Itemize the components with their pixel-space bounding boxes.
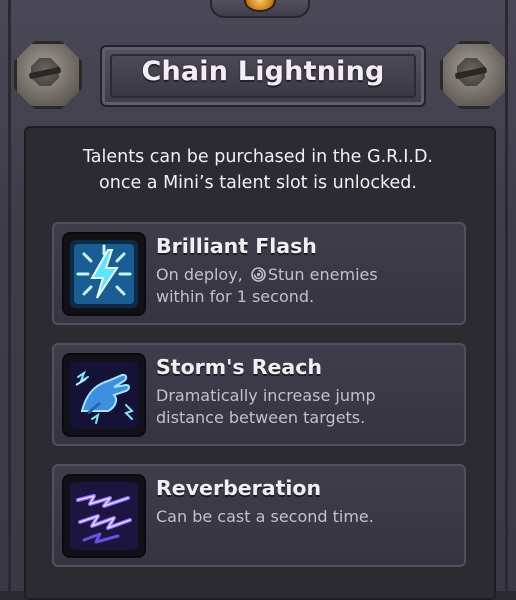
talent-description-text: distance between targets. (156, 408, 366, 427)
talent-info-text: Talents can be purchased in the G.R.I.D.… (24, 144, 492, 196)
talent-description: Can be cast a second time. (156, 506, 462, 528)
talent-description-text: Dramatically increase jump (156, 386, 376, 405)
talent-name: Reverberation (156, 476, 322, 500)
bolt-icon (440, 41, 508, 109)
page-title: Chain Lightning (141, 56, 385, 87)
storm-hand-icon (62, 353, 146, 437)
talent-description-text: On deploy, (156, 265, 248, 284)
talent-name: Storm's Reach (156, 355, 323, 379)
talent-description: On deploy, Stun enemies within for 1 sec… (156, 264, 462, 308)
talent-card-reverberation[interactable]: Reverberation Can be cast a second time. (52, 464, 466, 567)
stun-icon (251, 266, 266, 282)
talent-card-brilliant-flash[interactable]: Brilliant Flash On deploy, Stun enemies … (52, 222, 466, 325)
reverberation-bolts-icon (62, 474, 146, 558)
talent-name: Brilliant Flash (156, 234, 317, 258)
talent-description-text: within for 1 second. (156, 287, 315, 306)
stun-keyword: Stun enemies (267, 265, 378, 284)
talent-description: Dramatically increase jump distance betw… (156, 385, 462, 429)
talent-card-storms-reach[interactable]: Storm's Reach Dramatically increase jump… (52, 343, 466, 446)
talent-info-line: Talents can be purchased in the G.R.I.D. (83, 147, 433, 167)
title-plate: Chain Lightning (100, 45, 426, 107)
talent-info-line: once a Mini’s talent slot is unlocked. (99, 173, 417, 193)
talent-description-text: Can be cast a second time. (156, 507, 374, 526)
lightning-flash-icon (62, 232, 146, 316)
